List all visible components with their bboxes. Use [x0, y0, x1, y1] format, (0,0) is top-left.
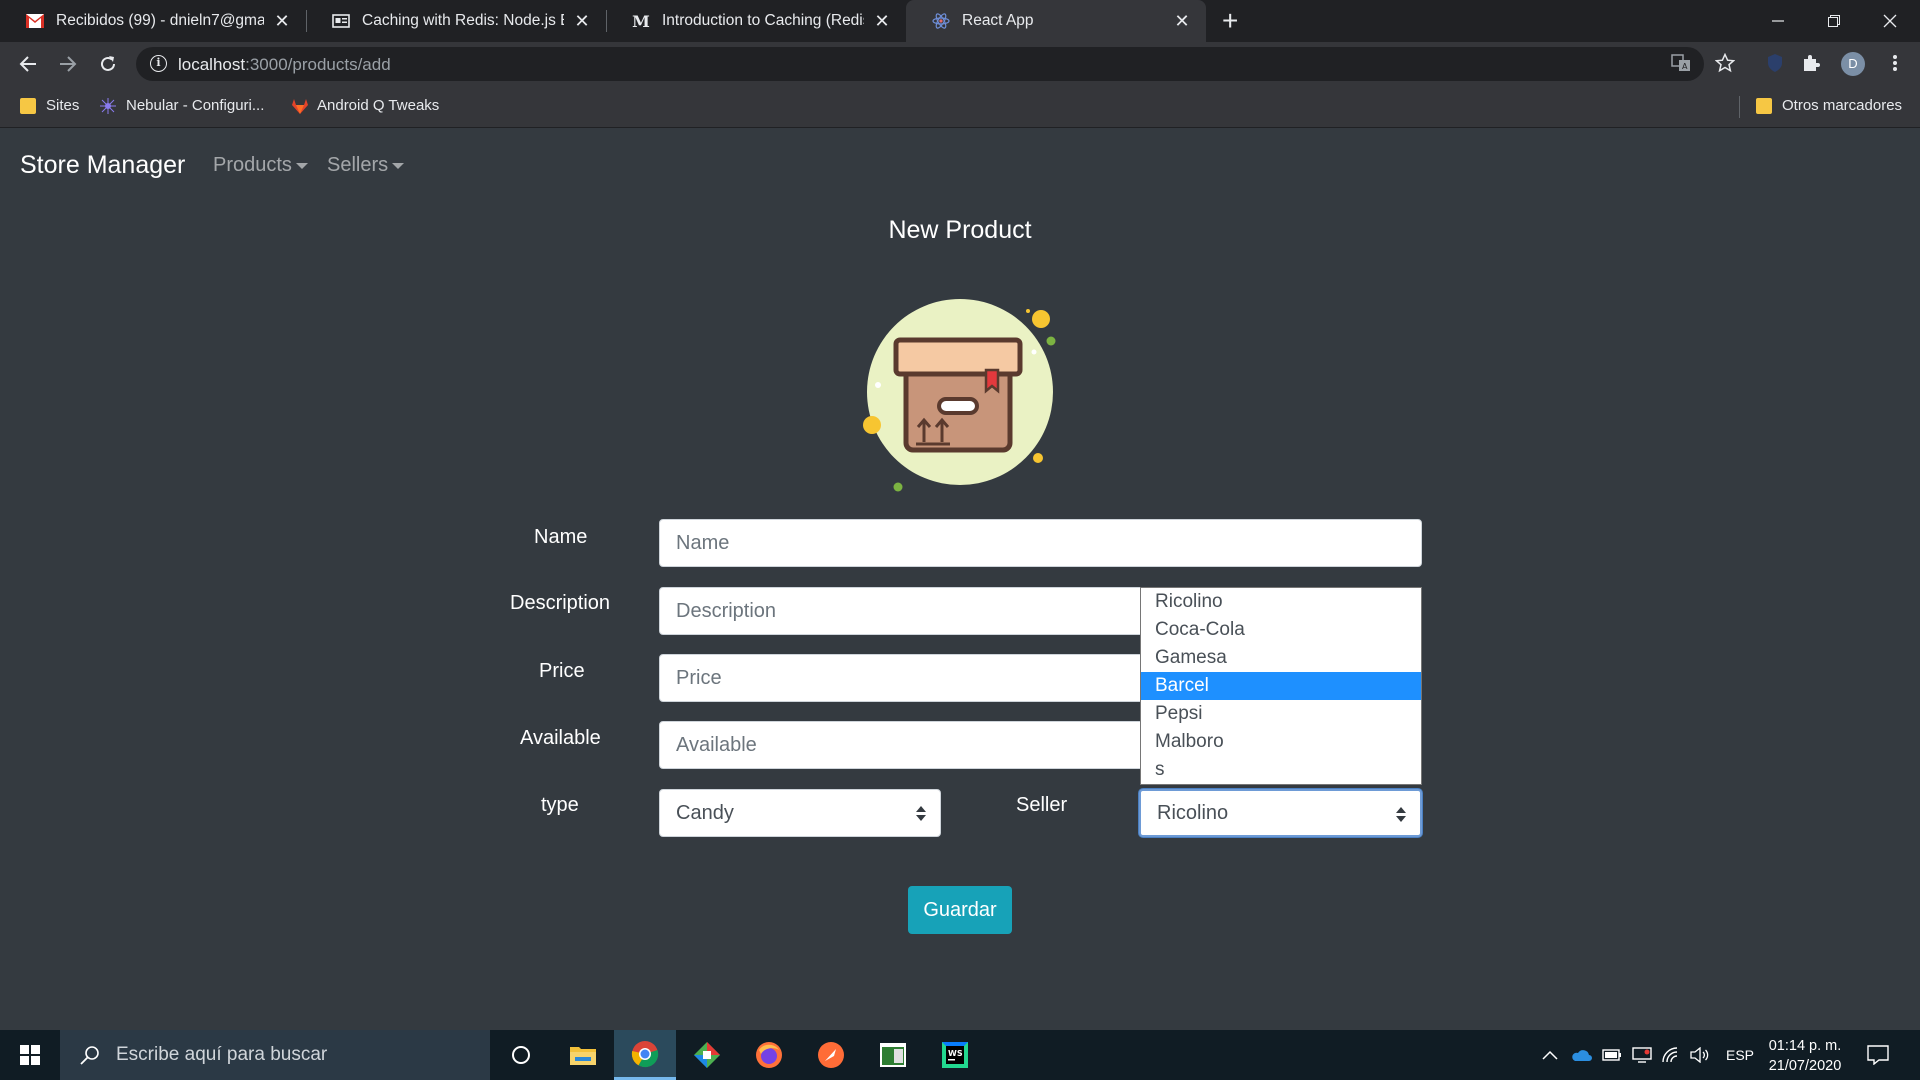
- bookmark-other[interactable]: Otros marcadores: [1756, 97, 1902, 114]
- nebular-icon: [100, 97, 116, 114]
- seller-option[interactable]: Coca-Cola: [1141, 616, 1421, 644]
- profile-avatar[interactable]: D: [1841, 52, 1865, 76]
- close-tab-icon[interactable]: ✕: [872, 11, 892, 32]
- forward-icon[interactable]: [52, 48, 84, 80]
- gitlab-icon: [291, 98, 308, 114]
- screen-share-icon[interactable]: [1632, 1030, 1652, 1080]
- battery-icon[interactable]: [1602, 1030, 1622, 1080]
- gmail-icon: [26, 12, 44, 30]
- caret-down-icon: [392, 162, 405, 169]
- site-info-icon[interactable]: i: [150, 55, 167, 72]
- terminal-app-icon[interactable]: [862, 1030, 924, 1080]
- file-explorer-icon[interactable]: [552, 1030, 614, 1080]
- select-arrows-icon: [916, 804, 926, 822]
- name-label: Name: [534, 526, 588, 548]
- seller-select[interactable]: Ricolino: [1139, 789, 1422, 837]
- save-button[interactable]: Guardar: [908, 886, 1012, 934]
- taskbar-clock[interactable]: 01:14 p. m. 21/07/2020: [1760, 1036, 1850, 1076]
- type-label: type: [541, 794, 579, 816]
- seller-label: Seller: [1016, 794, 1068, 816]
- description-label: Description: [510, 592, 611, 614]
- input-language[interactable]: ESP: [1726, 1030, 1754, 1080]
- seller-dropdown-list: Ricolino Coca-Cola Gamesa Barcel Pepsi M…: [1140, 587, 1422, 785]
- seller-option[interactable]: Malboro: [1141, 728, 1421, 756]
- price-label: Price: [539, 660, 585, 682]
- folder-icon: [20, 97, 36, 114]
- postman-icon[interactable]: [800, 1030, 862, 1080]
- app-viewport: Store Manager Products Sellers New Produ…: [0, 129, 1920, 1030]
- wifi-icon[interactable]: [1662, 1030, 1680, 1080]
- medium-icon: M: [632, 11, 650, 31]
- product-box-illustration: [863, 299, 1056, 492]
- available-label: Available: [520, 727, 601, 749]
- extensions-puzzle-icon[interactable]: [1799, 53, 1823, 77]
- bookmark-nebular[interactable]: Nebular - Configuri...: [100, 97, 264, 114]
- app-brand[interactable]: Store Manager: [20, 151, 185, 180]
- volume-icon[interactable]: [1690, 1030, 1710, 1080]
- firefox-icon[interactable]: [738, 1030, 800, 1080]
- seller-option[interactable]: Pepsi: [1141, 700, 1421, 728]
- browser-toolbar: i localhost:3000/products/add A D: [0, 42, 1920, 86]
- tab-caching-redis[interactable]: Caching with Redis: Node.js Exam ✕: [306, 0, 606, 42]
- restore-icon[interactable]: [1806, 0, 1862, 42]
- close-tab-icon[interactable]: ✕: [572, 11, 592, 32]
- close-tab-icon[interactable]: ✕: [1172, 11, 1192, 32]
- seller-option-highlighted[interactable]: Barcel: [1141, 672, 1421, 700]
- notifications-icon[interactable]: [1867, 1030, 1889, 1080]
- seller-option[interactable]: Gamesa: [1141, 644, 1421, 672]
- address-bar[interactable]: i localhost:3000/products/add A: [136, 47, 1704, 81]
- onedrive-icon[interactable]: [1570, 1030, 1592, 1080]
- seller-option[interactable]: Ricolino: [1141, 588, 1421, 616]
- bookmarks-bar: Sites Nebular - Configuri... Android Q T…: [0, 86, 1920, 128]
- search-icon: [80, 1046, 99, 1065]
- show-hidden-icons[interactable]: [1542, 1030, 1558, 1080]
- svg-text:A: A: [1682, 62, 1688, 71]
- bookmark-star-icon[interactable]: [1713, 52, 1737, 77]
- bookmarks-divider: [1739, 96, 1740, 118]
- reload-icon[interactable]: [92, 48, 124, 80]
- start-button[interactable]: [0, 1030, 60, 1080]
- select-arrows-icon: [1396, 805, 1406, 823]
- seller-option[interactable]: s: [1141, 756, 1421, 784]
- tab-react-app[interactable]: React App ✕: [906, 0, 1206, 42]
- svg-text:WS: WS: [948, 1049, 963, 1058]
- minimize-icon[interactable]: [1750, 0, 1806, 42]
- browser-menu-icon[interactable]: [1883, 53, 1907, 77]
- gitkraken-icon[interactable]: [676, 1030, 738, 1080]
- article-icon: [332, 12, 350, 30]
- back-icon[interactable]: [12, 48, 44, 80]
- folder-icon: [1756, 97, 1772, 114]
- taskbar-search[interactable]: Escribe aquí para buscar: [60, 1030, 490, 1080]
- nav-sellers-dropdown[interactable]: Sellers: [327, 154, 405, 177]
- url-text[interactable]: localhost:3000/products/add: [178, 55, 391, 75]
- windows-taskbar: Escribe aquí para buscar WS ESP 01:14 p.…: [0, 1030, 1920, 1080]
- nav-products-dropdown[interactable]: Products: [213, 154, 308, 177]
- translate-icon[interactable]: A: [1670, 53, 1692, 75]
- caret-down-icon: [295, 162, 308, 169]
- extension-shield-icon[interactable]: [1763, 53, 1787, 77]
- tab-intro-caching[interactable]: M Introduction to Caching (Redis + ✕: [606, 0, 906, 42]
- type-select[interactable]: Candy: [659, 789, 941, 837]
- react-icon: [932, 12, 950, 30]
- webstorm-icon[interactable]: WS: [924, 1030, 986, 1080]
- cortana-icon[interactable]: [490, 1030, 552, 1080]
- close-tab-icon[interactable]: ✕: [272, 11, 292, 32]
- close-window-icon[interactable]: [1862, 0, 1918, 42]
- windows-logo-icon: [20, 1045, 40, 1065]
- chrome-taskbar-icon[interactable]: [614, 1030, 676, 1080]
- new-tab-button[interactable]: +: [1222, 6, 1238, 36]
- bookmark-sites[interactable]: Sites: [20, 97, 79, 114]
- name-input[interactable]: Name: [659, 519, 1422, 567]
- browser-tab-strip: Recibidos (99) - dnieln7@gmail.c ✕ Cachi…: [0, 0, 1920, 42]
- page-title: New Product: [888, 216, 1032, 244]
- tab-gmail[interactable]: Recibidos (99) - dnieln7@gmail.c ✕: [0, 0, 306, 42]
- bookmark-android-q[interactable]: Android Q Tweaks: [291, 97, 439, 114]
